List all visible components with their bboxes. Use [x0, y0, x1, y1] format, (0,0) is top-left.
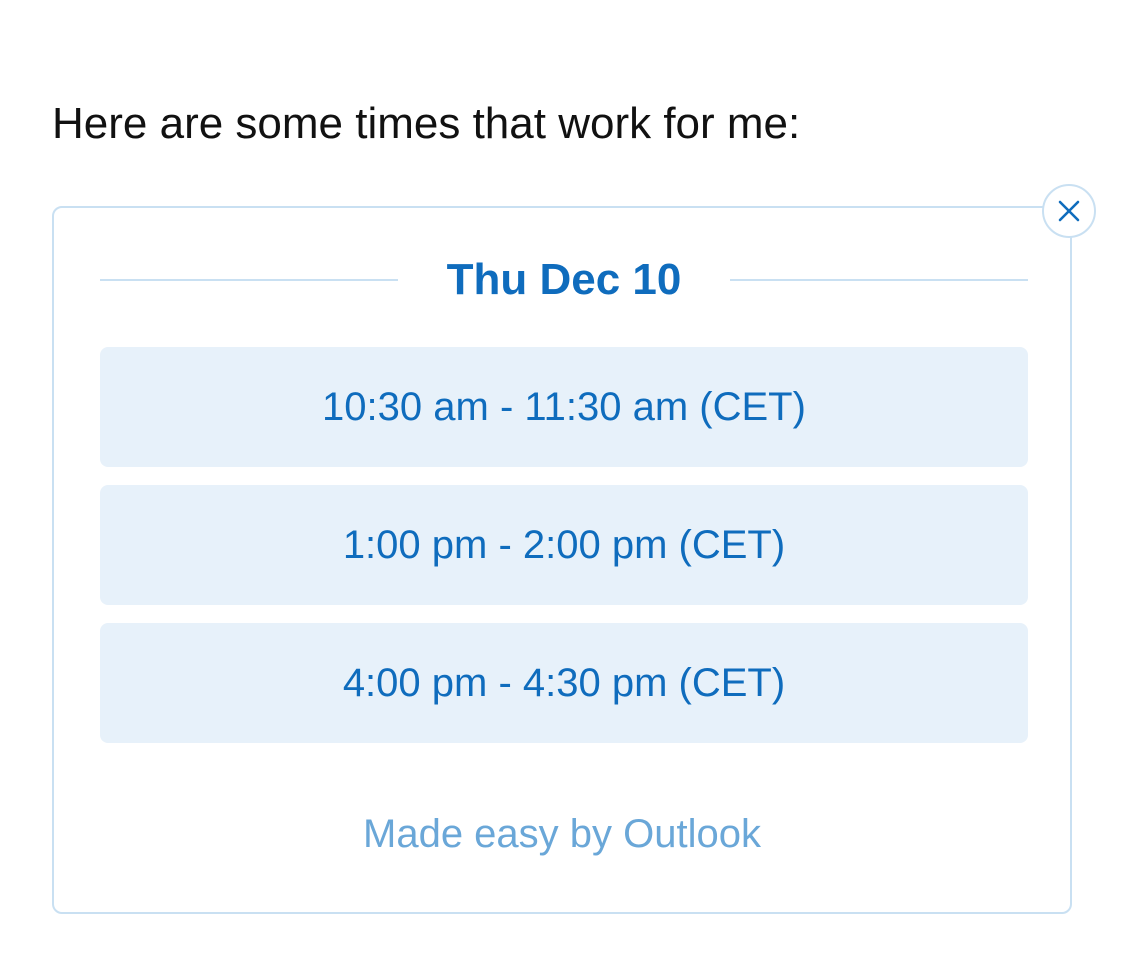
- time-slot-button[interactable]: 4:00 pm - 4:30 pm (CET): [100, 623, 1028, 743]
- time-slot-button[interactable]: 1:00 pm - 2:00 pm (CET): [100, 485, 1028, 605]
- date-divider-right: [730, 279, 1028, 281]
- close-icon: [1057, 199, 1081, 223]
- close-button[interactable]: [1042, 184, 1096, 238]
- date-header: Thu Dec 10: [100, 252, 1028, 308]
- intro-text: Here are some times that work for me:: [52, 99, 801, 148]
- time-slot-button[interactable]: 10:30 am - 11:30 am (CET): [100, 347, 1028, 467]
- availability-card: Thu Dec 10 10:30 am - 11:30 am (CET) 1:0…: [52, 206, 1072, 914]
- made-by-outlook-link[interactable]: Made easy by Outlook: [54, 808, 1070, 860]
